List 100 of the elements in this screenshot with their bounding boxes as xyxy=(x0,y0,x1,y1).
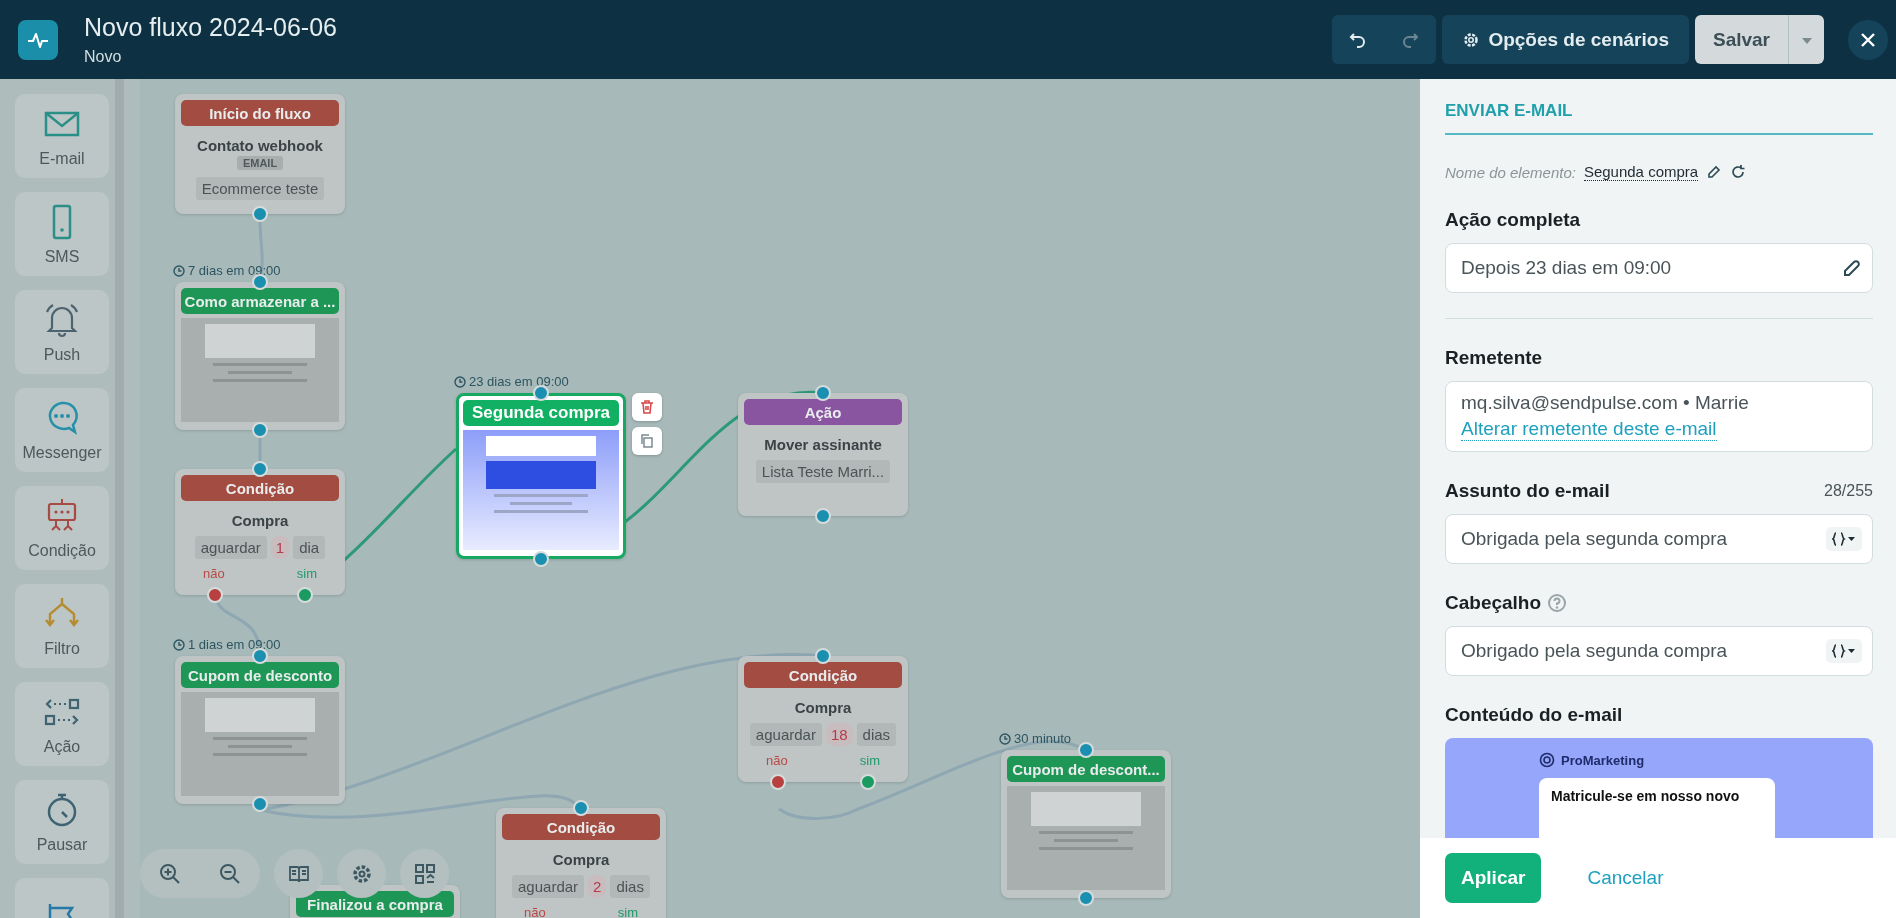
target-icon xyxy=(1539,752,1555,768)
field-label: Ação completa xyxy=(1445,209,1582,231)
node-header: Condição xyxy=(502,814,660,840)
node-chip: Lista Teste Marri... xyxy=(755,460,891,483)
refresh-icon[interactable] xyxy=(1730,164,1747,180)
cancel-button[interactable]: Cancelar xyxy=(1581,866,1670,890)
close-button[interactable] xyxy=(1848,19,1888,60)
email-node[interactable]: Cupom de descont... xyxy=(1001,750,1171,898)
palette-item[interactable]: E-mail xyxy=(15,94,109,178)
no-port[interactable] xyxy=(770,774,786,790)
variables-button[interactable] xyxy=(1826,639,1862,663)
layout-button[interactable] xyxy=(400,849,449,898)
pencil-icon[interactable] xyxy=(1842,258,1862,278)
node-title: Compra xyxy=(552,851,610,868)
field-label: Remetente xyxy=(1445,347,1544,369)
scenario-options-button[interactable]: Opções de cenários xyxy=(1442,15,1689,64)
pencil-icon[interactable] xyxy=(1706,164,1723,180)
delay-label: 1 dias em 09:00 xyxy=(188,637,281,652)
settings-button[interactable] xyxy=(337,849,386,898)
input-port[interactable] xyxy=(815,385,831,401)
field-label: Conteúdo do e-mail xyxy=(1445,704,1624,726)
input-port[interactable] xyxy=(1078,742,1094,758)
scrollbar-thumb[interactable] xyxy=(115,79,124,918)
node-chip: dia xyxy=(293,536,326,559)
variables-button[interactable] xyxy=(1826,527,1862,551)
yes-branch-label: sim xyxy=(859,753,880,768)
input-port[interactable] xyxy=(533,385,549,401)
input-port[interactable] xyxy=(252,461,268,477)
email-node[interactable]: Cupom de desconto xyxy=(175,656,345,804)
delay-label: 7 dias em 09:00 xyxy=(188,263,281,278)
palette-item[interactable]: Push xyxy=(15,290,109,374)
output-port[interactable] xyxy=(533,551,549,567)
close-icon xyxy=(1860,31,1876,48)
element-name[interactable]: Segunda compra xyxy=(1583,163,1699,181)
delay-label: 23 dias em 09:00 xyxy=(469,374,569,389)
field-label: Assunto do e-mail xyxy=(1445,480,1610,502)
clock-icon xyxy=(173,264,185,277)
node-header: Segunda compra xyxy=(463,400,619,426)
palette-item[interactable]: Pausar xyxy=(15,780,109,864)
condition-node[interactable]: Condição Compra aguardar 18 dias não sim xyxy=(738,656,908,782)
yes-port[interactable] xyxy=(860,774,876,790)
no-branch-label: não xyxy=(203,566,225,581)
input-port[interactable] xyxy=(573,800,589,816)
input-port[interactable] xyxy=(252,274,268,290)
node-header: Início do fluxo xyxy=(181,100,339,126)
palette-item[interactable]: Ação xyxy=(15,682,109,766)
palette-item[interactable]: Messenger xyxy=(15,388,109,472)
node-header: Finalizou a compra xyxy=(296,891,454,917)
yes-branch-label: sim xyxy=(617,905,638,918)
grid-icon xyxy=(413,862,436,885)
copy-button[interactable] xyxy=(632,427,662,455)
clock-icon xyxy=(454,375,466,388)
preheader-field[interactable]: Obrigado pela segunda compra xyxy=(1445,626,1873,676)
node-header: Ação xyxy=(744,399,902,425)
output-port[interactable] xyxy=(252,422,268,438)
book-button[interactable] xyxy=(274,849,323,898)
no-branch-label: não xyxy=(524,905,546,918)
flow-status: Novo xyxy=(84,48,123,66)
node-header: Condição xyxy=(181,475,339,501)
output-port[interactable] xyxy=(1078,890,1094,906)
node-title: Compra xyxy=(794,699,852,716)
braces-icon xyxy=(1832,644,1856,658)
undo-icon xyxy=(1349,30,1368,49)
yes-port[interactable] xyxy=(297,587,313,603)
no-port[interactable] xyxy=(207,587,223,603)
node-chip: dias xyxy=(856,723,897,746)
output-port[interactable] xyxy=(815,508,831,524)
node-header: Condição xyxy=(744,662,902,688)
output-port[interactable] xyxy=(252,796,268,812)
input-port[interactable] xyxy=(252,648,268,664)
preview-headline: Matricule-se em nosso novo xyxy=(1551,788,1740,804)
output-port[interactable] xyxy=(252,206,268,222)
redo-icon xyxy=(1401,30,1420,49)
input-port[interactable] xyxy=(815,648,831,664)
delete-button[interactable] xyxy=(632,393,662,421)
node-title: Mover assinante xyxy=(764,436,882,453)
action-node[interactable]: Ação Mover assinante Lista Teste Marri... xyxy=(738,393,908,516)
condition-node[interactable]: Condição Compra aguardar 1 dia não sim xyxy=(175,469,345,595)
change-sender-link[interactable]: Alterar remetente deste e-mail xyxy=(1461,418,1717,441)
node-header: Cupom de desconto xyxy=(181,662,339,688)
node-title: Compra xyxy=(231,512,289,529)
braces-icon xyxy=(1832,532,1856,546)
node-chip: aguardar xyxy=(749,723,822,746)
email-preview[interactable]: ProMarketing Matricule-se em nosso novo xyxy=(1445,738,1873,838)
email-node[interactable]: Como armazenar a ... xyxy=(175,282,345,430)
email-node[interactable]: Segunda compra xyxy=(456,393,626,559)
caret-icon xyxy=(1801,38,1812,44)
apply-button[interactable]: Aplicar xyxy=(1445,853,1542,903)
help-icon[interactable] xyxy=(1547,593,1568,613)
subject-field[interactable]: Obrigada pela segunda compra xyxy=(1445,514,1873,564)
delay-label: 30 minuto xyxy=(1014,731,1072,746)
node-header: Como armazenar a ... xyxy=(181,288,339,314)
palette-item[interactable]: Condição xyxy=(15,486,109,570)
gear-icon xyxy=(1462,30,1481,49)
start-node[interactable]: Início do fluxo Contato webhook EMAIL Ecommerce teste xyxy=(175,94,345,214)
palette-item[interactable]: Filtro xyxy=(15,584,109,668)
palette-item[interactable]: SMS xyxy=(15,192,109,276)
delay-field[interactable]: Depois 23 dias em 09:00 xyxy=(1445,243,1873,293)
sender-address: mq.silva@sendpulse.com • Marrie xyxy=(1461,392,1749,414)
condition-node[interactable]: Condição Compra aguardar 2 dias não sim xyxy=(496,808,666,918)
